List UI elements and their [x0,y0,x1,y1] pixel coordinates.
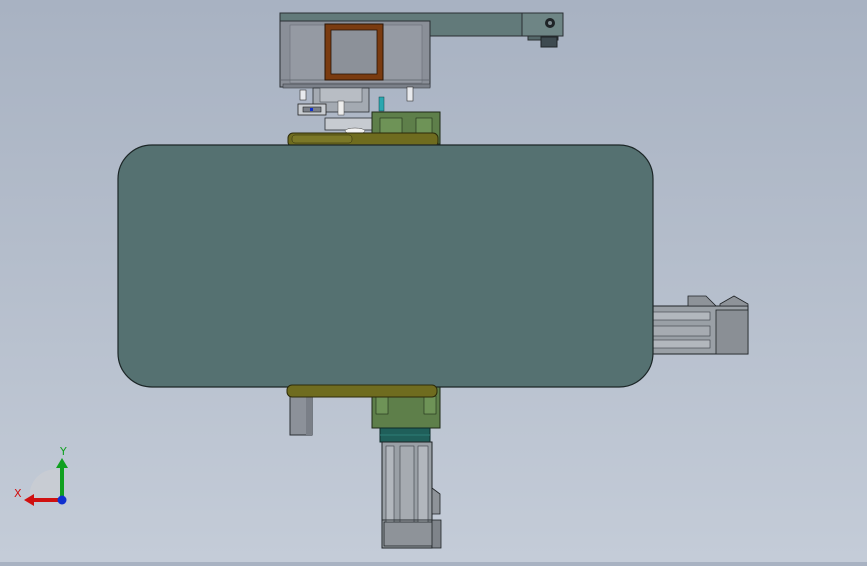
orientation-triad: Y X [14,445,68,506]
side-cylinder [639,295,749,355]
x-axis-label: X [14,487,22,500]
y-axis-label: Y [59,445,67,458]
cad-viewport[interactable]: Y X [0,0,867,562]
teal-collar [379,427,431,443]
z-axis-dot [57,495,67,505]
inspection-window [324,23,384,81]
lower-olive-plate [286,384,438,398]
lower-support-post [289,392,313,436]
lower-cylinder [381,441,442,549]
main-housing-body[interactable] [117,144,654,388]
